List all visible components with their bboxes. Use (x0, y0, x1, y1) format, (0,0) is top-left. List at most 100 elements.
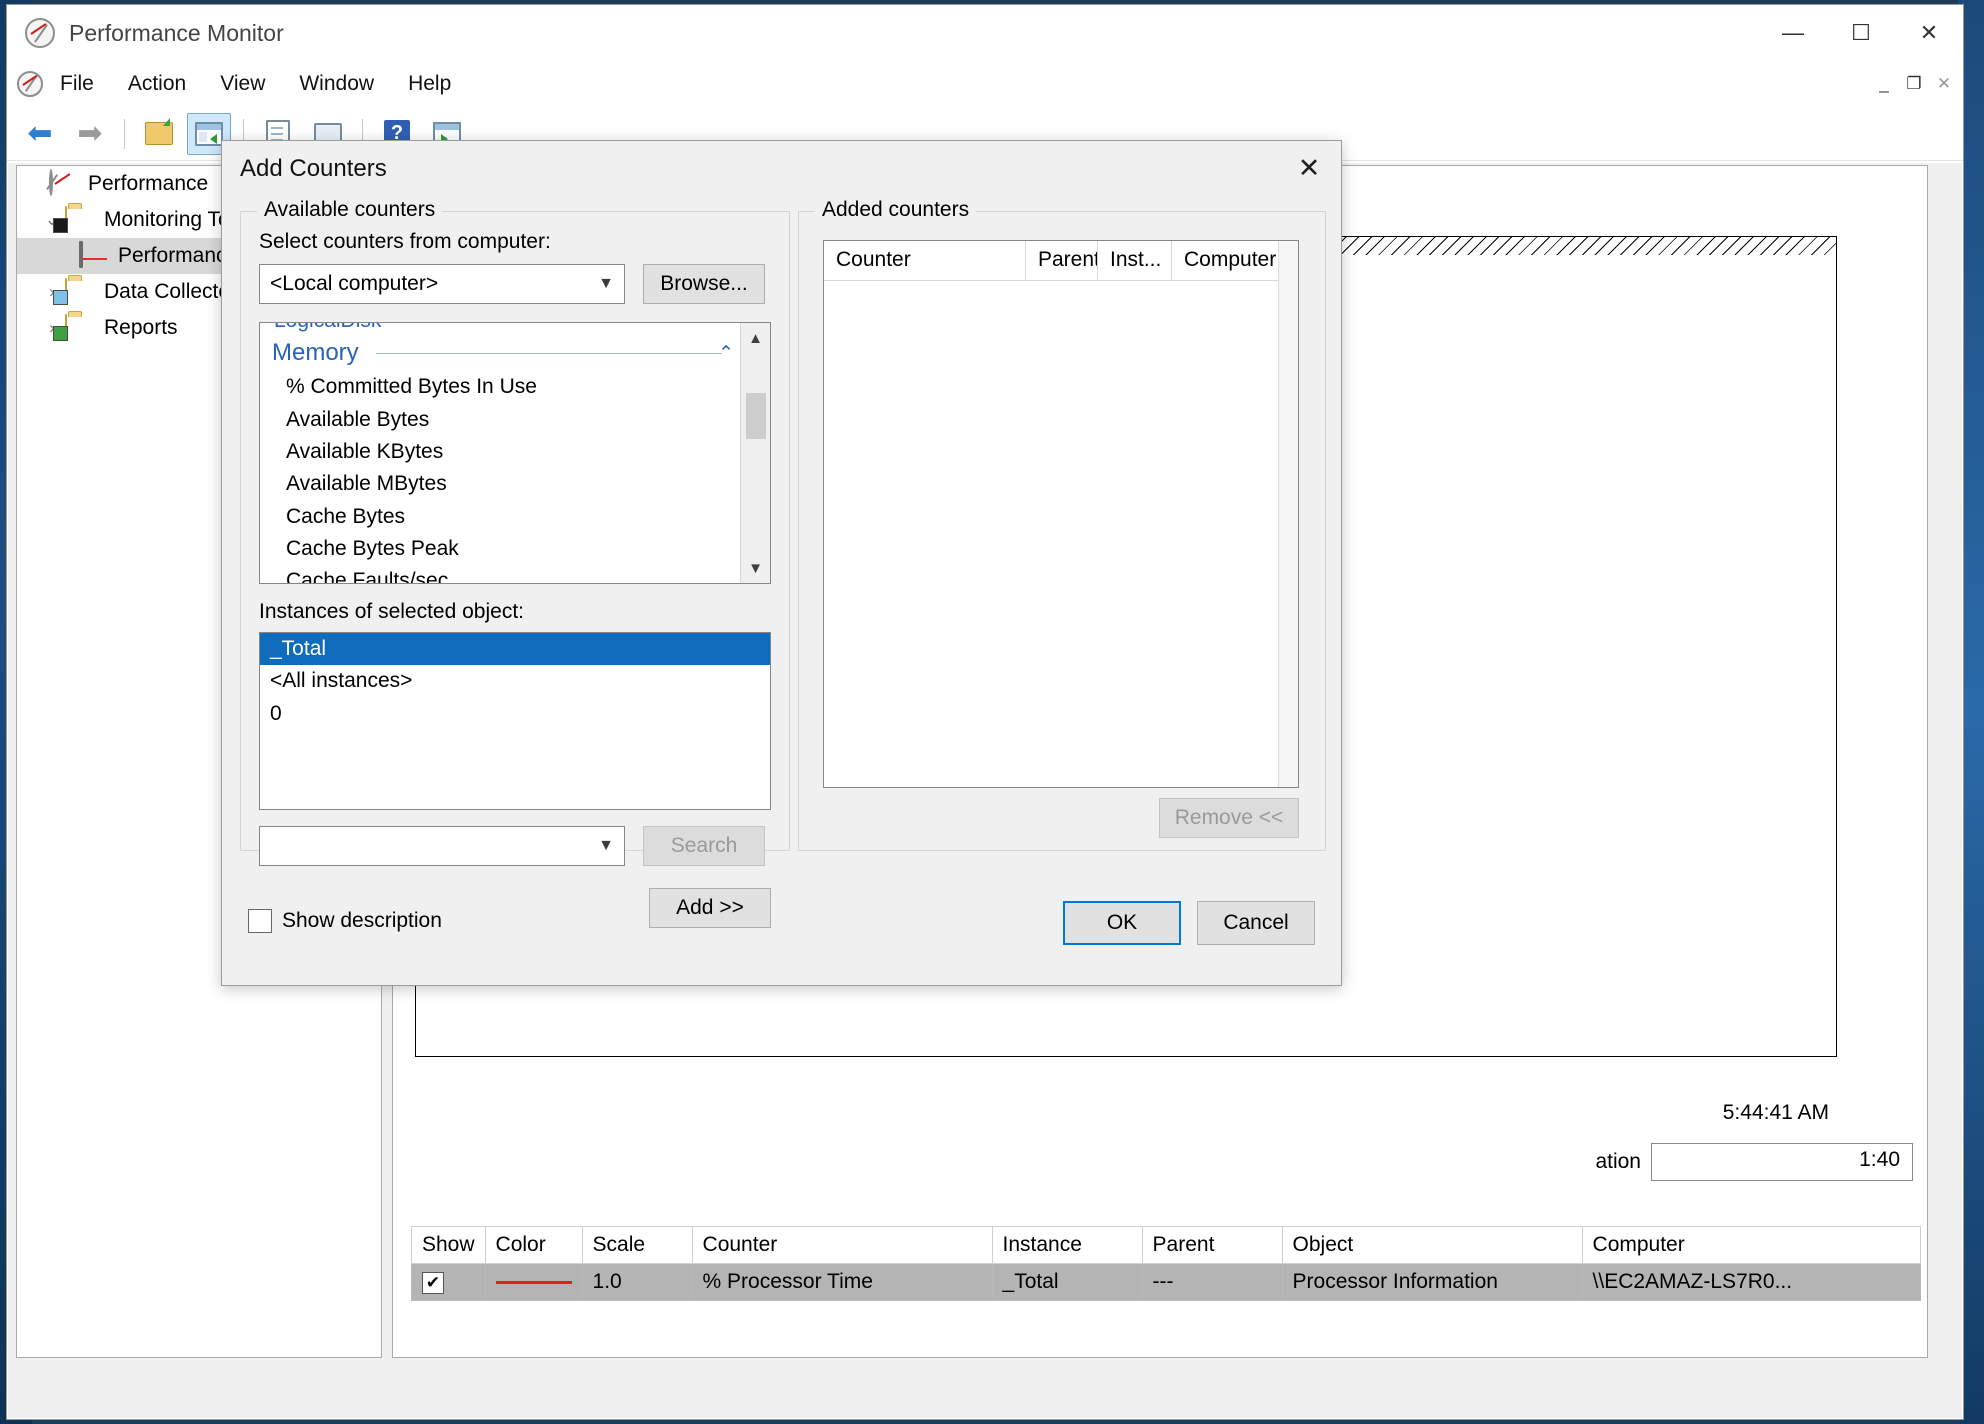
folder-data-collector-icon (53, 278, 95, 305)
close-button[interactable]: ✕ (1895, 5, 1963, 61)
folder-up-icon (145, 118, 173, 145)
chart-duration-value: 1:40 (1651, 1143, 1913, 1181)
col-show[interactable]: Show (411, 1226, 486, 1264)
list-item[interactable]: Available MBytes (260, 468, 740, 500)
counter-color-swatch (495, 1280, 572, 1284)
added-table-scrollbar[interactable] (1278, 241, 1298, 787)
mdi-minimize-button[interactable]: _ (1869, 69, 1899, 99)
browse-button[interactable]: Browse... (643, 264, 765, 304)
console-tree-icon (195, 121, 223, 146)
added-counters-group: Added counters Counter Parent Inst... Co… (798, 198, 1326, 851)
up-one-level-button[interactable] (137, 113, 181, 155)
search-input[interactable]: ▼ (259, 826, 625, 866)
scrollbar-thumb[interactable] (746, 393, 766, 439)
computer-select-value: <Local computer> (270, 272, 439, 295)
mdi-close-button[interactable]: ✕ (1929, 69, 1959, 99)
list-item[interactable]: Cache Bytes (260, 501, 740, 533)
add-counters-dialog: Add Counters ✕ Available counters Select… (221, 140, 1342, 986)
added-counters-table[interactable]: Counter Parent Inst... Computer (823, 240, 1299, 788)
window-titlebar: Performance Monitor — ☐ ✕ (7, 5, 1963, 61)
counter-legend-table: Show Color Scale Counter Instance Parent… (411, 1226, 1922, 1301)
back-button[interactable]: ⬅ (18, 113, 62, 155)
computer-select[interactable]: <Local computer> ▼ (259, 264, 625, 304)
menu-window[interactable]: Window (282, 68, 391, 100)
window-controls: — ☐ ✕ (1759, 5, 1963, 61)
dialog-close-icon[interactable]: ✕ (1285, 147, 1333, 189)
table-header-row: Show Color Scale Counter Instance Parent… (411, 1226, 1922, 1264)
collapse-chevron-icon[interactable]: ⌃ (718, 341, 734, 367)
chevron-down-icon-search: ▼ (598, 837, 614, 854)
col-scale[interactable]: Scale (581, 1226, 693, 1264)
list-item[interactable]: Cache Bytes Peak (260, 533, 740, 565)
menu-help[interactable]: Help (391, 68, 468, 100)
menu-bar: File Action View Window Help _ ❐ ✕ (7, 61, 1963, 107)
console-icon (17, 70, 43, 97)
search-button[interactable]: Search (643, 826, 765, 866)
list-item-clipped-top[interactable]: LogicalDisk (260, 323, 740, 335)
toolbar-separator (124, 118, 125, 149)
added-col-parent[interactable]: Parent (1026, 241, 1098, 280)
back-arrow-icon: ⬅ (27, 116, 53, 150)
chart-duration-label: ation (1595, 1150, 1641, 1173)
counter-legend: Show Color Scale Counter Instance Parent… (411, 1226, 1922, 1301)
performance-root-icon (49, 169, 79, 197)
table-row[interactable]: ✔ 1.0 % Processor Time _Total --- Proces… (411, 1263, 1922, 1301)
show-checkbox[interactable]: ✔ (422, 1271, 444, 1294)
col-instance[interactable]: Instance (991, 1226, 1143, 1264)
cell-show[interactable]: ✔ (411, 1263, 486, 1301)
scroll-up-icon[interactable]: ▲ (741, 323, 770, 353)
performance-monitor-icon (25, 18, 55, 48)
mdi-child-controls: _ ❐ ✕ (1869, 61, 1959, 107)
added-counters-label: Added counters (815, 198, 977, 222)
cell-parent: --- (1141, 1263, 1283, 1301)
menu-action[interactable]: Action (111, 68, 203, 100)
list-item[interactable]: Available Bytes (260, 404, 740, 436)
cancel-button[interactable]: Cancel (1197, 901, 1315, 945)
col-color[interactable]: Color (484, 1226, 583, 1264)
dialog-title: Add Counters (240, 155, 387, 182)
list-item[interactable]: % Committed Bytes In Use (260, 371, 740, 403)
list-item-instance-all[interactable]: <All instances> (260, 665, 770, 697)
cell-instance: _Total (991, 1263, 1143, 1301)
maximize-button[interactable]: ☐ (1827, 5, 1895, 61)
added-col-counter[interactable]: Counter (824, 241, 1026, 280)
added-table-header: Counter Parent Inst... Computer (824, 241, 1298, 281)
add-button[interactable]: Add >> (649, 888, 771, 928)
minimize-button[interactable]: — (1759, 5, 1827, 61)
available-counters-group: Available counters Select counters from … (240, 198, 790, 928)
col-parent[interactable]: Parent (1141, 1226, 1283, 1264)
col-counter[interactable]: Counter (691, 1226, 993, 1264)
sidebar-label-reports: Reports (104, 316, 178, 339)
available-list-scrollbar[interactable]: ▲ ▼ (740, 323, 770, 583)
forward-arrow-icon: ➡ (77, 116, 103, 150)
show-description-checkbox[interactable] (248, 909, 272, 933)
show-description-row[interactable]: Show description (248, 909, 442, 933)
folder-reports-icon (53, 314, 95, 341)
cell-counter: % Processor Time (691, 1263, 993, 1301)
menu-file[interactable]: File (43, 68, 111, 100)
cell-object: Processor Information (1281, 1263, 1583, 1301)
remove-button[interactable]: Remove << (1159, 798, 1299, 838)
cell-computer: \\EC2AMAZ-LS7R0... (1581, 1263, 1922, 1301)
col-object[interactable]: Object (1281, 1226, 1583, 1264)
select-computer-label: Select counters from computer: (259, 230, 551, 253)
chart-duration-row: ation 1:40 (1595, 1143, 1913, 1181)
list-item[interactable]: Available KBytes (260, 436, 740, 468)
mdi-maximize-button[interactable]: ❐ (1899, 69, 1929, 99)
available-counters-list[interactable]: LogicalDisk Memory ⌃ % Committed Bytes I… (259, 322, 771, 584)
list-item[interactable]: Cache Faults/sec (260, 565, 740, 583)
list-item-instance-0[interactable]: 0 (260, 698, 770, 730)
forward-button[interactable]: ➡ (68, 113, 112, 155)
list-item-instance-total[interactable]: _Total (260, 633, 770, 666)
scroll-down-icon[interactable]: ▼ (741, 553, 770, 583)
col-computer[interactable]: Computer (1581, 1226, 1922, 1264)
instances-list[interactable]: _Total <All instances> 0 (259, 632, 771, 810)
available-counters-label: Available counters (257, 198, 443, 222)
added-col-instance[interactable]: Inst... (1098, 241, 1172, 280)
window-title: Performance Monitor (69, 19, 284, 46)
performance-monitor-small-icon (79, 241, 109, 269)
menu-view[interactable]: View (203, 68, 282, 100)
list-item-object-memory[interactable]: Memory ⌃ (260, 335, 740, 371)
show-description-label: Show description (282, 909, 442, 932)
ok-button[interactable]: OK (1063, 901, 1181, 945)
